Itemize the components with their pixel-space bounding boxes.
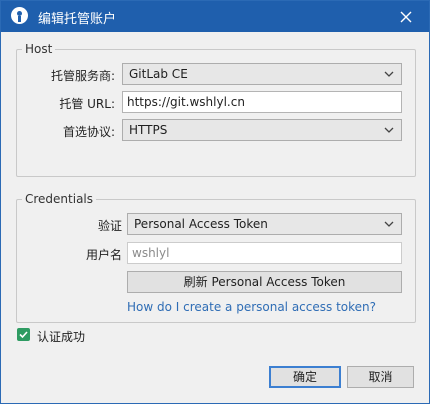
auth-label: 验证 [97, 219, 122, 233]
help-link[interactable]: How do I create a personal access token? [127, 300, 376, 314]
refresh-token-button[interactable]: 刷新 Personal Access Token [127, 271, 402, 293]
protocol-select[interactable]: HTTPS [122, 119, 402, 141]
protocol-label: 首选协议: [62, 125, 115, 139]
auth-value: Personal Access Token [134, 217, 268, 231]
username-label: 用户名 [85, 248, 122, 262]
auth-success-label: 认证成功 [37, 330, 86, 344]
edit-hosted-account-dialog: 编辑托管账户 Host 托管服务商: GitLab CE 托管 URL: htt… [0, 0, 430, 404]
provider-select[interactable]: GitLab CE [122, 63, 402, 85]
host-legend: Host [25, 42, 53, 56]
chevron-down-icon [384, 127, 394, 133]
chevron-down-icon [384, 221, 394, 227]
title-bar: 编辑托管账户 [1, 1, 429, 32]
ok-button[interactable]: 确定 [269, 366, 341, 388]
check-icon [19, 331, 28, 339]
close-icon [400, 11, 412, 22]
url-label: 托管 URL: [59, 97, 115, 111]
sourcetree-logo-icon [11, 7, 28, 24]
window-title: 编辑托管账户 [38, 12, 117, 27]
protocol-value: HTTPS [129, 123, 168, 137]
auth-select[interactable]: Personal Access Token [127, 213, 402, 235]
credentials-legend: Credentials [25, 192, 94, 206]
username-input[interactable]: wshlyl [127, 242, 402, 264]
provider-label: 托管服务商: [50, 69, 115, 83]
url-input[interactable]: https://git.wshlyl.cn [122, 91, 402, 113]
chevron-down-icon [384, 71, 394, 77]
cancel-button[interactable]: 取消 [347, 366, 414, 388]
provider-value: GitLab CE [129, 67, 188, 81]
close-button[interactable] [383, 1, 429, 32]
auth-success-checkbox[interactable] [17, 328, 30, 341]
